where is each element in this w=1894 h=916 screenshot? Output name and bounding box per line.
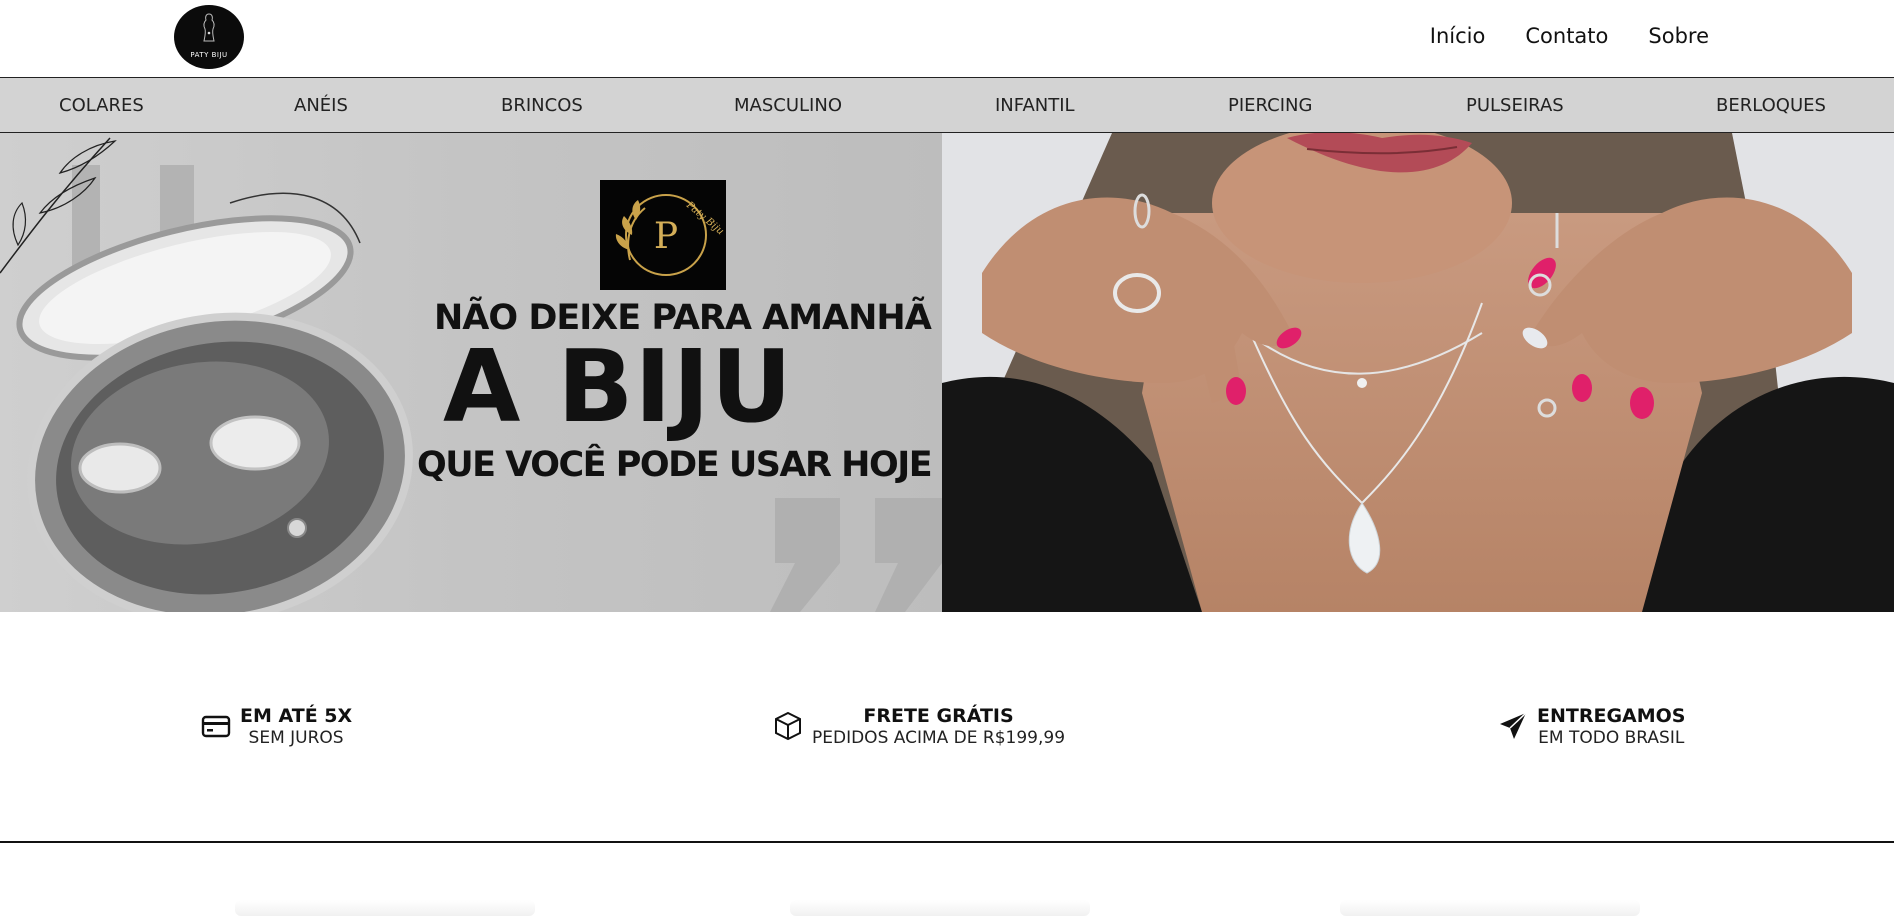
box-icon	[775, 711, 801, 741]
product-card[interactable]	[235, 900, 535, 916]
benefit-installments: EM ATÉ 5X SEM JUROS	[200, 705, 352, 749]
category-pulseiras[interactable]: PULSEIRAS	[1466, 95, 1564, 116]
benefit-nationwide-delivery: ENTREGAMOS EM TODO BRASIL	[1497, 705, 1686, 749]
site-header: PATY BIJU Início Contato Sobre	[0, 0, 1894, 78]
nav-link-sobre[interactable]: Sobre	[1648, 24, 1709, 48]
benefit-title: ENTREGAMOS	[1537, 705, 1686, 727]
product-card[interactable]	[1340, 900, 1640, 916]
nav-link-inicio[interactable]: Início	[1430, 24, 1486, 48]
category-aneis[interactable]: ANÉIS	[294, 95, 348, 116]
bust-figure-icon	[203, 13, 215, 42]
benefit-subtitle: EM TODO BRASIL	[1538, 728, 1685, 748]
brand-monogram-icon: P Paty Biju	[615, 194, 726, 276]
benefit-subtitle: PEDIDOS ACIMA DE R$199,99	[812, 728, 1066, 748]
benefit-title: FRETE GRÁTIS	[863, 705, 1014, 727]
category-masculino[interactable]: MASCULINO	[734, 95, 842, 116]
paper-plane-icon	[1500, 712, 1527, 739]
model-photo-illustration	[942, 133, 1894, 612]
category-bar: COLARES ANÉIS BRINCOS MASCULINO INFANTIL…	[0, 77, 1894, 133]
hero-headline-line3: QUE VOCÊ PODE USAR HOJE	[417, 445, 933, 485]
product-card[interactable]	[790, 900, 1090, 916]
benefit-subtitle: SEM JUROS	[248, 728, 344, 748]
top-nav: Início Contato Sobre	[1430, 24, 1709, 48]
logo-text: PATY BIJU	[190, 51, 228, 59]
nav-link-contato[interactable]: Contato	[1525, 24, 1608, 48]
category-infantil[interactable]: INFANTIL	[995, 95, 1075, 116]
category-brincos[interactable]: BRINCOS	[501, 95, 583, 116]
benefit-title: EM ATÉ 5X	[240, 705, 353, 727]
site-logo[interactable]: PATY BIJU	[174, 5, 244, 69]
section-divider	[0, 841, 1894, 843]
brand-logo: P Paty Biju	[600, 180, 726, 290]
benefit-free-shipping: FRETE GRÁTIS PEDIDOS ACIMA DE R$199,99	[772, 705, 1065, 749]
hero-photo[interactable]	[942, 133, 1894, 612]
category-piercing[interactable]: PIERCING	[1228, 95, 1312, 116]
svg-text:Paty Biju: Paty Biju	[683, 199, 725, 237]
hero-banner[interactable]: P Paty Biju NÃO DEIXE PARA AMANHÃ A BIJU…	[0, 133, 942, 612]
category-colares[interactable]: COLARES	[59, 95, 144, 116]
credit-card-icon	[201, 715, 231, 738]
svg-text:P: P	[654, 216, 678, 257]
hero-headline-line2: A BIJU	[443, 328, 794, 445]
category-berloques[interactable]: BERLOQUES	[1716, 95, 1826, 116]
